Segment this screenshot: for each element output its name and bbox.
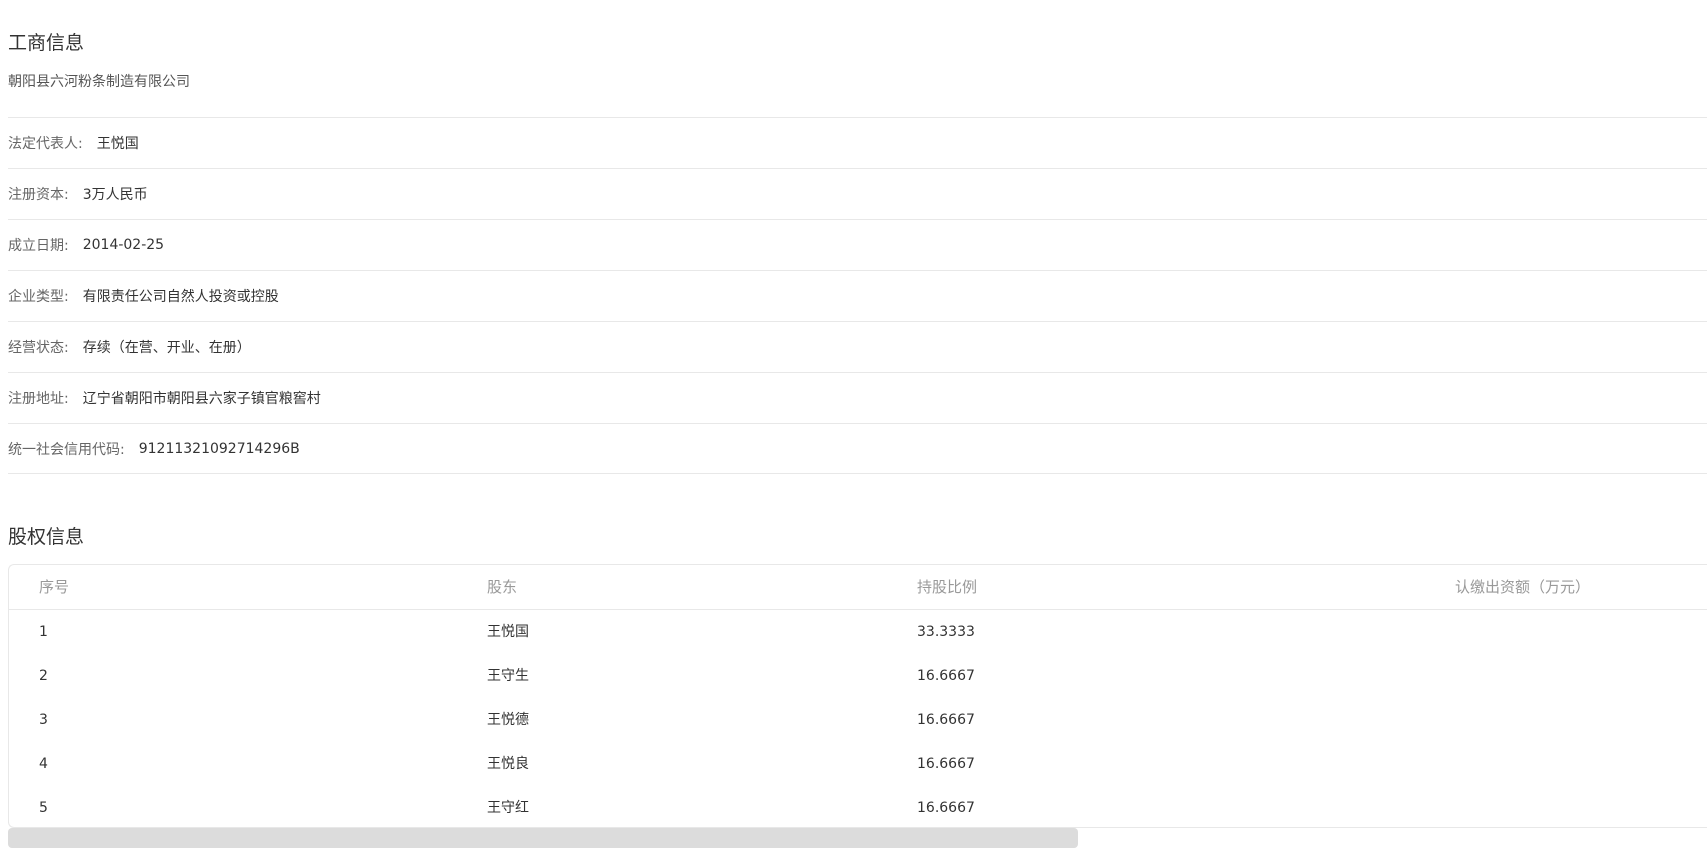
info-value: 有限责任公司自然人投资或控股 <box>82 289 279 305</box>
cell-shareholder: 王悦良 <box>487 756 529 772</box>
table-row: 2 王守生 16.6667 <box>9 654 1707 698</box>
table-row: 3 王悦德 16.6667 <box>9 698 1707 742</box>
cell-shareholder: 王守红 <box>487 800 529 816</box>
equity-table: 序号 股东 持股比例 认缴出资额（万元） 1 王悦国 33.3333 2 王守生… <box>8 564 1707 828</box>
info-value: 2014-02-25 <box>82 237 165 253</box>
cell-index: 4 <box>39 756 48 772</box>
info-label: 注册资本: <box>8 187 69 203</box>
page: 工商信息 朝阳县六河粉条制造有限公司 法定代表人: 王悦国 注册资本: 3万人民… <box>0 0 1707 858</box>
info-value: 辽宁省朝阳市朝阳县六家子镇官粮窖村 <box>82 391 321 407</box>
info-row-legal-representative: 法定代表人: 王悦国 <box>8 117 1707 168</box>
horizontal-scrollbar[interactable] <box>8 828 1707 848</box>
info-label: 统一社会信用代码: <box>8 441 125 458</box>
horizontal-scrollbar-thumb[interactable] <box>8 828 1078 848</box>
info-label: 法定代表人: <box>8 136 83 152</box>
info-label: 企业类型: <box>8 289 69 305</box>
equity-info-title: 股权信息 <box>8 526 85 548</box>
info-label: 经营状态: <box>8 340 69 356</box>
info-row-company-type: 企业类型: 有限责任公司自然人投资或控股 <box>8 270 1707 321</box>
info-value: 存续（在营、开业、在册） <box>82 340 251 356</box>
info-row-operating-status: 经营状态: 存续（在营、开业、在册） <box>8 321 1707 372</box>
cell-share-ratio: 16.6667 <box>917 800 975 816</box>
info-row-credit-code: 统一社会信用代码: 91211321092714296B <box>8 423 1707 474</box>
info-value: 91211321092714296B <box>138 440 300 457</box>
info-row-registered-address: 注册地址: 辽宁省朝阳市朝阳县六家子镇官粮窖村 <box>8 372 1707 423</box>
cell-share-ratio: 16.6667 <box>917 756 975 772</box>
table-row: 1 王悦国 33.3333 <box>9 610 1707 654</box>
table-row: 4 王悦良 16.6667 <box>9 742 1707 786</box>
business-info-list: 法定代表人: 王悦国 注册资本: 3万人民币 成立日期: 2014-02-25 … <box>8 117 1707 474</box>
cell-share-ratio: 16.6667 <box>917 668 975 684</box>
cell-share-ratio: 16.6667 <box>917 712 975 728</box>
cell-share-ratio: 33.3333 <box>917 624 975 640</box>
info-label: 成立日期: <box>8 238 69 254</box>
cell-shareholder: 王守生 <box>487 668 529 684</box>
column-header-subscribed-capital: 认缴出资额（万元） <box>1455 578 1591 596</box>
column-header-index: 序号 <box>39 578 70 596</box>
info-row-established-date: 成立日期: 2014-02-25 <box>8 219 1707 270</box>
business-info-title: 工商信息 <box>8 32 85 54</box>
info-value: 3万人民币 <box>82 187 148 203</box>
info-label: 注册地址: <box>8 391 69 407</box>
info-row-registered-capital: 注册资本: 3万人民币 <box>8 168 1707 219</box>
table-row: 5 王守红 16.6667 <box>9 786 1707 827</box>
info-value: 王悦国 <box>96 136 139 152</box>
cell-shareholder: 王悦国 <box>487 624 529 640</box>
column-header-shareholder: 股东 <box>487 578 518 596</box>
table-header-row: 序号 股东 持股比例 认缴出资额（万元） <box>9 565 1707 610</box>
column-header-share-ratio: 持股比例 <box>917 578 978 596</box>
cell-shareholder: 王悦德 <box>487 712 529 728</box>
cell-index: 2 <box>39 668 48 684</box>
company-name: 朝阳县六河粉条制造有限公司 <box>8 74 190 90</box>
cell-index: 1 <box>39 624 48 640</box>
cell-index: 5 <box>39 800 48 816</box>
cell-index: 3 <box>39 712 48 728</box>
